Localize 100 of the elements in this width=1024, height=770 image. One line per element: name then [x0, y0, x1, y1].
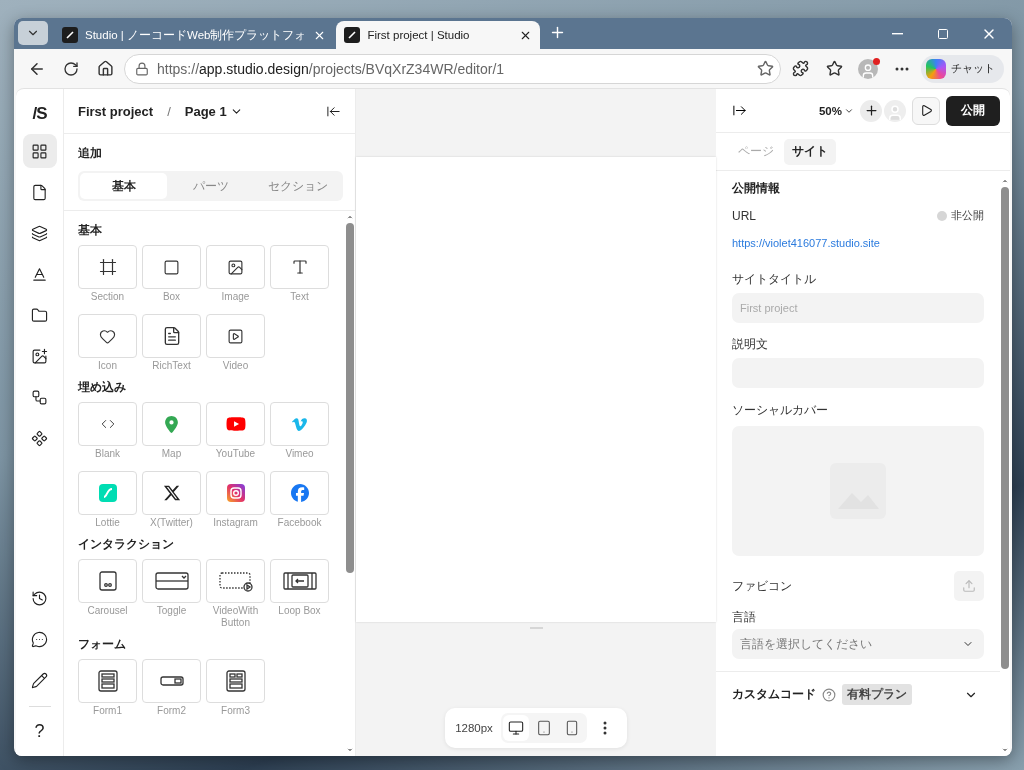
tile-label: Icon [97, 360, 118, 372]
studio-logo: /S [32, 103, 47, 125]
address-bar[interactable]: https://app.studio.design/projects/BVqXrZ34WR/editor/1 [124, 53, 781, 84]
plus-icon [863, 103, 879, 118]
element-tile[interactable] [206, 245, 265, 289]
scrollbar-thumb[interactable] [346, 223, 354, 573]
publish-button[interactable]: 公開 [946, 95, 1000, 126]
star-icon [825, 60, 843, 77]
scroll-down-icon[interactable] [1001, 746, 1009, 754]
text-icon [290, 258, 309, 276]
tile-label: Vimeo [284, 448, 315, 460]
tile-label: Facebook [276, 517, 323, 529]
status-label: 非公開 [937, 209, 984, 223]
tablet-icon [535, 720, 552, 736]
image-icon [227, 258, 244, 276]
element-tile[interactable] [142, 402, 201, 446]
upload-icon [962, 579, 976, 593]
pencil-icon [31, 671, 48, 689]
puzzle-icon [791, 60, 809, 77]
tile-label: Map [160, 448, 183, 460]
site-title-field[interactable]: First project [732, 293, 984, 323]
device-button[interactable] [502, 715, 529, 741]
help-button[interactable]: ? [22, 714, 57, 748]
inspector-tab[interactable]: サイト [784, 138, 836, 165]
element-tile[interactable] [270, 402, 329, 446]
tile-label: X(Twitter) [149, 517, 194, 529]
element-tile[interactable] [270, 245, 329, 289]
language-select[interactable]: 言語を選択してください [732, 629, 984, 659]
field-label: URL [732, 209, 756, 223]
browser-tab[interactable]: First project | Studio [336, 21, 541, 49]
field-label: 言語 [732, 609, 757, 626]
tile-label: Instagram [212, 517, 259, 529]
frame-icon [98, 258, 117, 276]
flow-icon [31, 388, 48, 406]
element-tile[interactable] [206, 314, 265, 358]
element-tile[interactable] [206, 402, 265, 446]
element-tile[interactable] [78, 471, 137, 515]
element-tile[interactable] [206, 659, 265, 703]
section-title: カスタムコード [732, 687, 816, 702]
expand-panel-icon[interactable] [732, 103, 747, 118]
element-tile[interactable] [270, 471, 329, 515]
maximize-icon [937, 27, 949, 40]
section-title: 公開情報 [732, 181, 781, 196]
tile-label: YouTube [214, 448, 257, 460]
scroll-up-icon[interactable] [346, 213, 354, 221]
element-tile[interactable] [142, 245, 201, 289]
facebook-icon [290, 484, 309, 502]
element-tile[interactable] [270, 559, 329, 603]
map-pin-icon [163, 415, 180, 433]
copilot-icon [926, 58, 946, 79]
field-label: ソーシャルカバー [732, 402, 829, 419]
scrollbar-thumb[interactable] [1001, 187, 1009, 669]
chat-button[interactable]: チャット [921, 54, 1004, 83]
scroll-down-icon[interactable] [346, 746, 354, 754]
tile-label: Carousel [86, 605, 129, 617]
scroll-up-icon[interactable] [1001, 177, 1009, 185]
tile-label: Toggle [155, 605, 188, 617]
element-tile[interactable] [142, 659, 201, 703]
element-tile[interactable] [142, 559, 201, 603]
star-icon[interactable] [757, 60, 774, 77]
more-vertical-icon [602, 721, 607, 735]
element-tile[interactable] [78, 559, 137, 603]
tile-label: Box [161, 291, 182, 303]
element-tile[interactable] [78, 314, 137, 358]
tab-list-button[interactable] [18, 21, 48, 45]
zoom-selector[interactable]: 50% [818, 104, 854, 117]
layers-icon [31, 224, 48, 242]
sidebar-button[interactable] [22, 134, 57, 168]
tile-label: Form3 [220, 705, 251, 717]
comment-icon [31, 630, 48, 648]
vimeo-icon [291, 415, 308, 433]
element-tile[interactable] [78, 402, 137, 446]
element-tile[interactable] [206, 559, 265, 603]
page-selector[interactable]: Page 1 [184, 103, 243, 119]
minimize-icon [891, 32, 903, 35]
element-tile[interactable] [78, 659, 137, 703]
element-tile[interactable] [78, 245, 137, 289]
code-icon [100, 417, 115, 431]
tile-label: Lottie [94, 517, 121, 529]
tile-label: Video [221, 360, 250, 372]
home-icon [96, 60, 114, 77]
segment-tab[interactable]: 基本 [80, 173, 167, 199]
site-url-link[interactable]: https://violet416077.studio.site [732, 237, 984, 249]
square-icon [163, 258, 180, 276]
monitor-icon [507, 720, 524, 736]
status-dot [937, 211, 947, 221]
preview-button[interactable] [912, 96, 940, 125]
add-member-button[interactable] [860, 99, 882, 122]
reload-icon [63, 60, 79, 77]
tile-label: Image [220, 291, 251, 303]
project-name: First project [78, 103, 154, 119]
video-button-icon [218, 570, 253, 592]
browser-tab[interactable]: Studio | ノーコードWeb制作プラットフォ [54, 21, 335, 49]
folder-icon [31, 306, 48, 324]
element-tile[interactable] [206, 471, 265, 515]
separator: / [167, 103, 171, 119]
section-title: 基本 [78, 223, 103, 238]
element-tile[interactable] [142, 314, 201, 358]
element-tile[interactable] [142, 471, 201, 515]
loop-box-icon [282, 570, 317, 592]
